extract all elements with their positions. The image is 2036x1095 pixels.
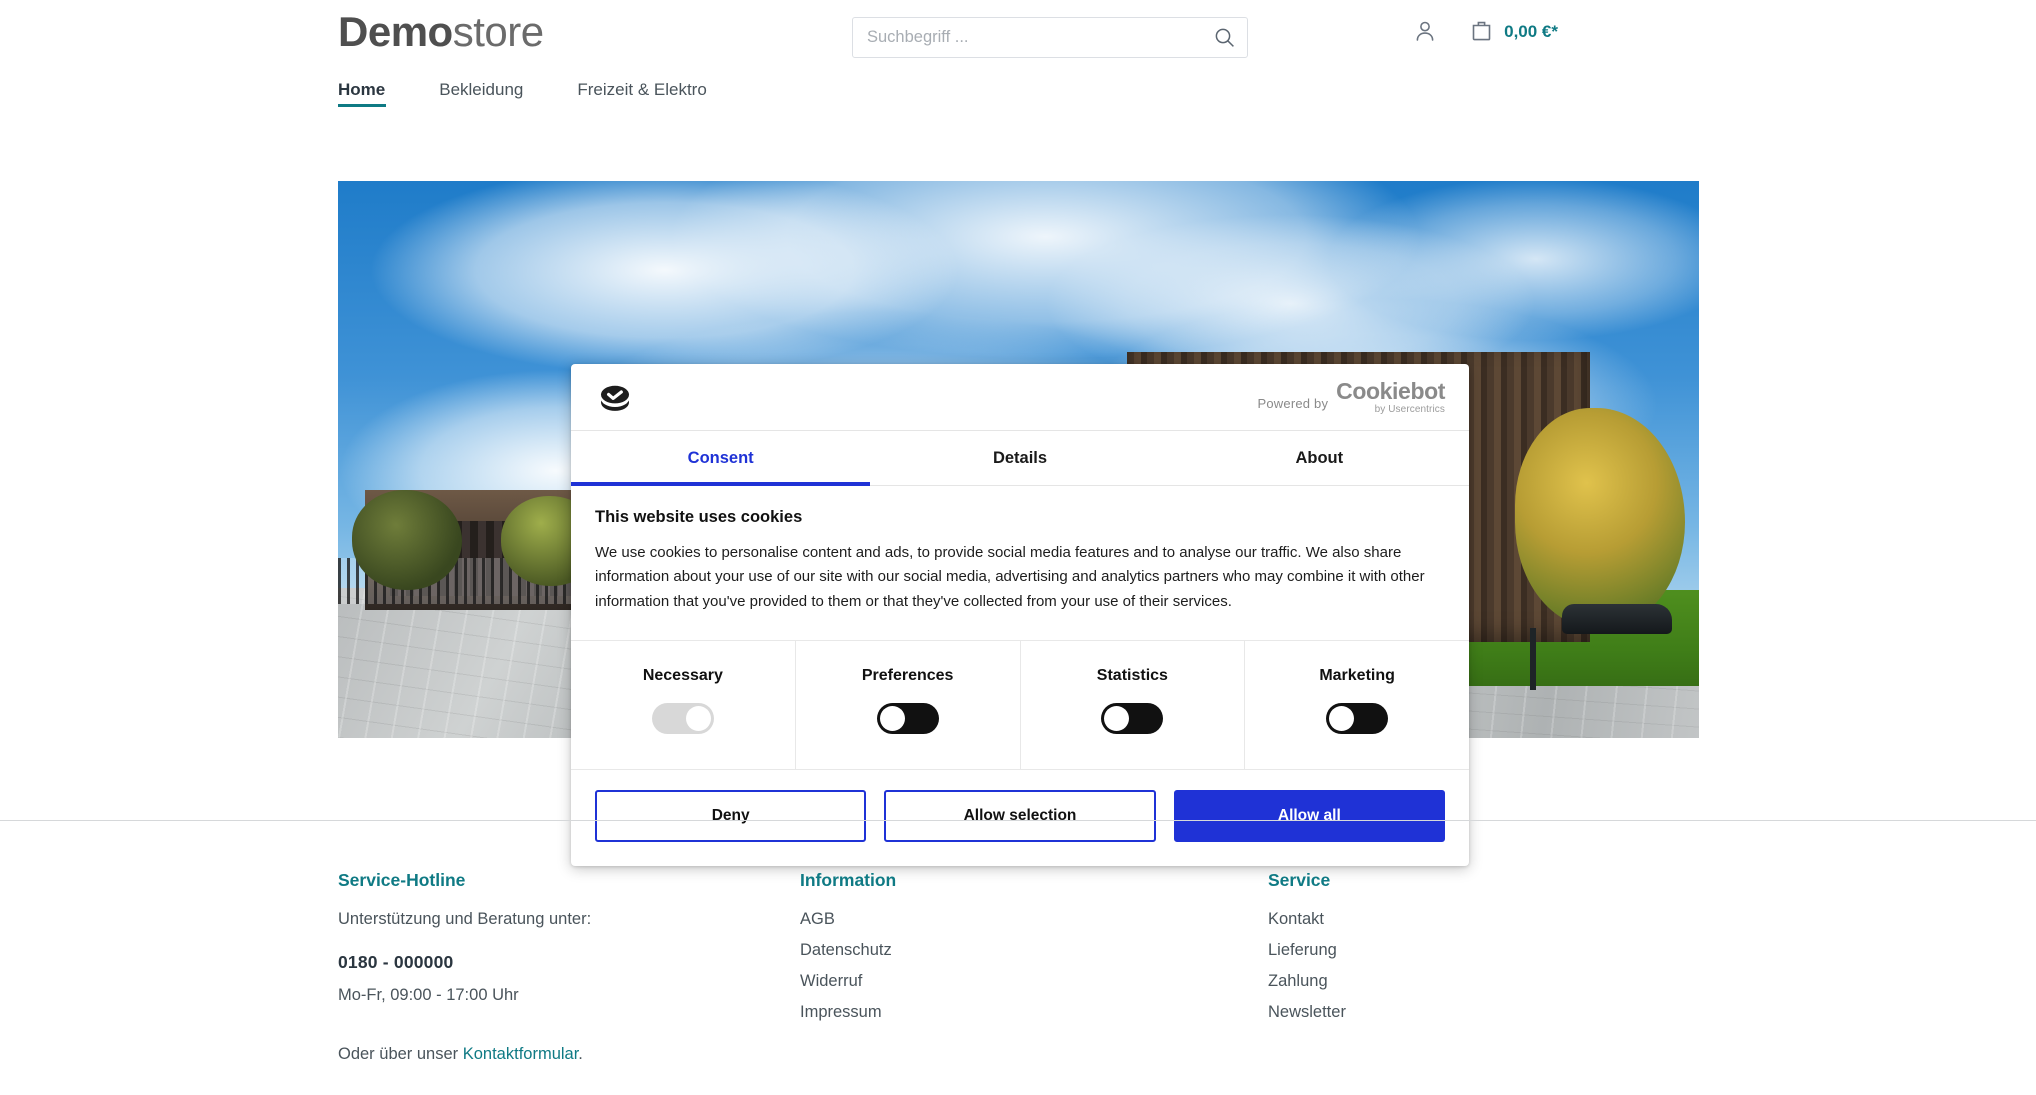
search-submit-button[interactable] bbox=[1201, 18, 1247, 57]
toggle-statistics[interactable] bbox=[1101, 702, 1164, 734]
footer-link-lieferung[interactable]: Lieferung bbox=[1268, 941, 1568, 960]
cookie-category-preferences: Preferences bbox=[794, 640, 1020, 769]
cart-button[interactable]: 0,00 €* bbox=[1453, 18, 1558, 46]
toggle-marketing[interactable] bbox=[1326, 702, 1389, 734]
footer-link-widerruf[interactable]: Widerruf bbox=[800, 972, 1100, 991]
footer-hotline-subtitle: Unterstützung und Beratung unter: bbox=[338, 910, 592, 928]
footer-divider bbox=[0, 820, 2036, 821]
person-icon bbox=[1413, 19, 1437, 46]
footer-link-datenschutz[interactable]: Datenschutz bbox=[800, 941, 1100, 960]
toggle-knob bbox=[685, 705, 711, 731]
main-navigation: Home Bekleidung Freizeit & Elektro bbox=[338, 80, 729, 109]
cookiebot-subtitle: by Usercentrics bbox=[1374, 403, 1445, 415]
nav-item-freizeit-elektro[interactable]: Freizeit & Elektro bbox=[577, 80, 728, 109]
account-button[interactable] bbox=[1397, 19, 1453, 46]
footer-heading-information: Information bbox=[800, 870, 897, 890]
cookie-dialog-header: Powered by Cookiebot by Usercentrics bbox=[571, 364, 1469, 431]
toggle-preferences[interactable] bbox=[876, 702, 939, 734]
cookie-category-marketing: Marketing bbox=[1244, 640, 1469, 769]
cookie-category-list: Necessary Preferences Statistics Marketi… bbox=[571, 640, 1469, 770]
category-label: Marketing bbox=[1319, 666, 1395, 684]
cookie-check-icon bbox=[595, 380, 635, 414]
hero-car bbox=[1561, 604, 1672, 634]
search-bar[interactable] bbox=[852, 17, 1248, 58]
nav-item-home[interactable]: Home bbox=[338, 80, 407, 109]
cookie-category-necessary: Necessary bbox=[571, 641, 795, 769]
toggle-knob bbox=[879, 705, 905, 731]
footer-contact-prefix: Oder über unser bbox=[338, 1044, 463, 1063]
powered-by-label: Powered by bbox=[1257, 395, 1329, 411]
site-header: Demostore Suchbegriff ... 0,00 €* Home B… bbox=[0, 0, 2036, 107]
tab-details[interactable]: Details bbox=[870, 431, 1169, 485]
footer-heading-service: Service bbox=[1268, 870, 1331, 890]
footer-hotline-phone: 0180 - 000000 bbox=[338, 951, 454, 972]
powered-by-cookiebot[interactable]: Powered by Cookiebot by Usercentrics bbox=[1257, 377, 1446, 415]
footer-column-service: Service Kontakt Lieferung Zahlung Newsle… bbox=[1268, 870, 1568, 1034]
footer-link-agb[interactable]: AGB bbox=[800, 910, 1100, 929]
cart-amount: 0,00 €* bbox=[1504, 22, 1558, 41]
footer-column-information: Information AGB Datenschutz Widerruf Imp… bbox=[800, 870, 1100, 1034]
allow-selection-button[interactable]: Allow selection bbox=[884, 789, 1156, 842]
cookiebot-brand: Cookiebot by Usercentrics bbox=[1336, 377, 1445, 415]
logo-bold-part: Demo bbox=[338, 8, 453, 55]
hero-tree-left-1 bbox=[351, 490, 462, 590]
toggle-necessary bbox=[651, 702, 714, 734]
search-icon bbox=[1214, 27, 1235, 48]
header-actions: 0,00 €* bbox=[1416, 18, 2036, 46]
category-label: Preferences bbox=[861, 666, 954, 684]
category-label: Necessary bbox=[642, 666, 723, 684]
footer-link-kontakt[interactable]: Kontakt bbox=[1268, 910, 1568, 929]
cookie-category-statistics: Statistics bbox=[1019, 640, 1245, 769]
footer-contact-link[interactable]: Kontaktformular bbox=[463, 1045, 579, 1063]
cookie-dialog-title: This website uses cookies bbox=[595, 508, 803, 526]
category-label: Statistics bbox=[1096, 666, 1168, 684]
cookie-dialog-tabs: Consent Details About bbox=[571, 431, 1469, 486]
cookiebot-name: Cookiebot bbox=[1336, 377, 1445, 404]
cookie-dialog-description: We use cookies to personalise content an… bbox=[595, 544, 1425, 610]
toggle-knob bbox=[1329, 705, 1355, 731]
footer-link-zahlung[interactable]: Zahlung bbox=[1268, 972, 1568, 991]
footer-link-impressum[interactable]: Impressum bbox=[800, 1003, 1100, 1022]
storefront-page: Demostore Suchbegriff ... 0,00 €* Home B… bbox=[0, 0, 2036, 1095]
logo-light-part: store bbox=[452, 8, 544, 55]
tab-about[interactable]: About bbox=[1170, 431, 1469, 485]
cookie-consent-dialog: Powered by Cookiebot by Usercentrics Con… bbox=[571, 364, 1469, 866]
search-input[interactable] bbox=[853, 18, 1201, 57]
footer-column-service-hotline: Service-Hotline Unterstützung und Beratu… bbox=[338, 870, 768, 1064]
allow-all-button[interactable]: Allow all bbox=[1173, 789, 1445, 842]
footer-contact-sentence: Oder über unser Kontaktformular. bbox=[338, 1045, 768, 1064]
cookie-dialog-body: This website uses cookies We use cookies… bbox=[571, 486, 1469, 641]
tab-consent[interactable]: Consent bbox=[571, 431, 871, 486]
hero-bollard bbox=[1529, 628, 1536, 690]
toggle-knob bbox=[1104, 705, 1130, 731]
shopping-bag-icon bbox=[1469, 18, 1494, 46]
footer-contact-suffix: . bbox=[578, 1044, 583, 1063]
site-footer: Service-Hotline Unterstützung und Beratu… bbox=[0, 845, 2036, 1095]
footer-link-newsletter[interactable]: Newsletter bbox=[1268, 1003, 1568, 1022]
nav-item-bekleidung[interactable]: Bekleidung bbox=[439, 80, 545, 109]
footer-heading-service-hotline: Service-Hotline bbox=[338, 870, 466, 890]
site-logo[interactable]: Demostore bbox=[338, 8, 544, 56]
deny-button[interactable]: Deny bbox=[595, 789, 867, 842]
footer-hotline-hours: Mo-Fr, 09:00 - 17:00 Uhr bbox=[338, 985, 519, 1004]
